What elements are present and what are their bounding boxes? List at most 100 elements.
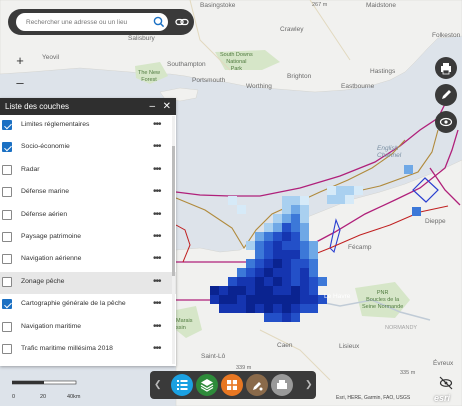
layer-row[interactable]: Navigation aérienne •••: [0, 249, 176, 271]
layer-row[interactable]: Limites réglementaires •••: [0, 115, 176, 137]
pencil-icon: [442, 90, 451, 99]
heatmap-cell: [273, 277, 282, 286]
heatmap-cell: [264, 304, 273, 313]
layer-label: Socio-économie: [21, 143, 70, 151]
heatmap-cell: [273, 304, 282, 313]
layer-row[interactable]: Paysage patrimoine •••: [0, 227, 176, 249]
layer-options-icon[interactable]: •••: [153, 298, 161, 309]
heatmap-cell: [291, 277, 300, 286]
layer-options-icon[interactable]: •••: [153, 276, 161, 287]
print-button[interactable]: [435, 57, 457, 79]
layer-row[interactable]: Socio-économie •••: [0, 137, 176, 159]
visibility-button[interactable]: [435, 111, 457, 133]
heatmap-cell: [309, 259, 318, 268]
heatmap-cell: [282, 304, 291, 313]
layer-list-button[interactable]: [171, 374, 193, 396]
layer-options-icon[interactable]: •••: [153, 231, 161, 242]
layer-options-icon[interactable]: •••: [153, 343, 161, 354]
heatmap-cell: [273, 286, 282, 295]
heatmap-cell: [246, 259, 255, 268]
close-button[interactable]: ✕: [163, 98, 171, 115]
place-label: Portsmouth: [192, 77, 226, 84]
place-label: Eastbourne: [341, 83, 375, 90]
layer-checkbox[interactable]: [2, 299, 12, 310]
layer-checkbox[interactable]: [2, 343, 12, 354]
heatmap-cell: [219, 304, 228, 313]
layer-checkbox[interactable]: [2, 321, 12, 332]
layer-row[interactable]: Navigation maritime •••: [0, 317, 176, 339]
heatmap-cell: [300, 241, 309, 250]
heatmap-cell: [255, 286, 264, 295]
place-label: Maidstone: [366, 2, 396, 9]
zoom-out-button[interactable]: –: [12, 75, 28, 91]
heatmap-cell: [282, 196, 291, 205]
layer-options-icon[interactable]: •••: [153, 253, 161, 264]
layer-options-icon[interactable]: •••: [153, 119, 161, 130]
grid-button[interactable]: [221, 374, 243, 396]
draw-tool-button[interactable]: [246, 374, 268, 396]
heatmap-cell: [282, 205, 291, 214]
heatmap-cell: [300, 295, 309, 304]
place-label: Hastings: [370, 68, 396, 75]
panel-scrollbar[interactable]: [172, 116, 175, 364]
layer-options-icon[interactable]: •••: [153, 186, 161, 197]
layer-stack-button[interactable]: [196, 374, 218, 396]
layer-options-icon[interactable]: •••: [153, 141, 161, 152]
heatmap-cell: [291, 196, 300, 205]
print-icon: [441, 63, 451, 75]
minimize-button[interactable]: –: [149, 98, 155, 115]
layer-checkbox[interactable]: [2, 120, 12, 130]
scrollbar-thumb[interactable]: [172, 146, 175, 276]
heatmap-cell: [264, 223, 273, 232]
layer-checkbox[interactable]: [2, 276, 12, 287]
heatmap-cell: [246, 268, 255, 277]
layer-row[interactable]: Défense aérien •••: [0, 205, 176, 227]
layer-options-icon[interactable]: •••: [153, 164, 161, 175]
layer-label: Cartographie générale de la pêche: [21, 300, 126, 308]
heatmap-cell: [291, 232, 300, 241]
draw-button[interactable]: [435, 84, 457, 106]
heatmap-cell: [291, 295, 300, 304]
heatmap-cell: [264, 277, 273, 286]
layer-checkbox[interactable]: [2, 164, 12, 175]
layer-options-icon[interactable]: •••: [153, 209, 161, 220]
layer-checkbox[interactable]: [2, 231, 12, 242]
place-label: Évreux: [433, 360, 454, 367]
link-icon[interactable]: [174, 14, 190, 30]
layer-list-panel: Liste des couches – ✕ Limites réglementa…: [0, 98, 176, 366]
heatmap-cell: [345, 195, 354, 204]
hide-overlay-button[interactable]: [436, 374, 456, 392]
layers-list-icon: [177, 380, 188, 390]
bottom-toolbar: ❮ ❯: [150, 371, 316, 399]
heatmap-cell: [282, 286, 291, 295]
layer-row[interactable]: Zonage pêche •••: [0, 271, 176, 295]
heatmap-cell: [327, 186, 336, 195]
print-tool-button[interactable]: [271, 374, 293, 396]
search-input[interactable]: [16, 13, 168, 31]
chevron-left-icon[interactable]: ❮: [154, 379, 162, 390]
heatmap-cell: [237, 286, 246, 295]
park-label: PNR Boucles de la Seine Normande: [362, 290, 404, 310]
heatmap-cell: [228, 304, 237, 313]
heatmap-cell: [273, 214, 282, 223]
layer-checkbox[interactable]: [2, 142, 12, 153]
grid-icon: [227, 380, 237, 390]
scale-bar: 0 20 40km: [11, 376, 92, 402]
layer-row[interactable]: Cartographie générale de la pêche •••: [0, 294, 176, 316]
chevron-right-icon[interactable]: ❯: [305, 379, 313, 390]
search-icon[interactable]: [152, 15, 166, 29]
layer-row[interactable]: Défense marine •••: [0, 182, 176, 204]
heatmap-cell: [273, 223, 282, 232]
layer-checkbox[interactable]: [2, 187, 12, 198]
layer-row[interactable]: Radar •••: [0, 160, 176, 182]
layer-checkbox[interactable]: [2, 254, 12, 265]
layer-checkbox[interactable]: [2, 209, 12, 220]
panel-header: Liste des couches – ✕: [0, 98, 176, 115]
zoom-in-button[interactable]: +: [12, 53, 28, 69]
heatmap-cell: [255, 241, 264, 250]
place-label: Fécamp: [348, 244, 372, 251]
layer-options-icon[interactable]: •••: [153, 321, 161, 332]
heatmap-cell: [345, 186, 354, 195]
layer-row[interactable]: Trafic maritime millésima 2018 •••: [0, 339, 176, 361]
layer-label: Paysage patrimoine: [21, 232, 82, 240]
